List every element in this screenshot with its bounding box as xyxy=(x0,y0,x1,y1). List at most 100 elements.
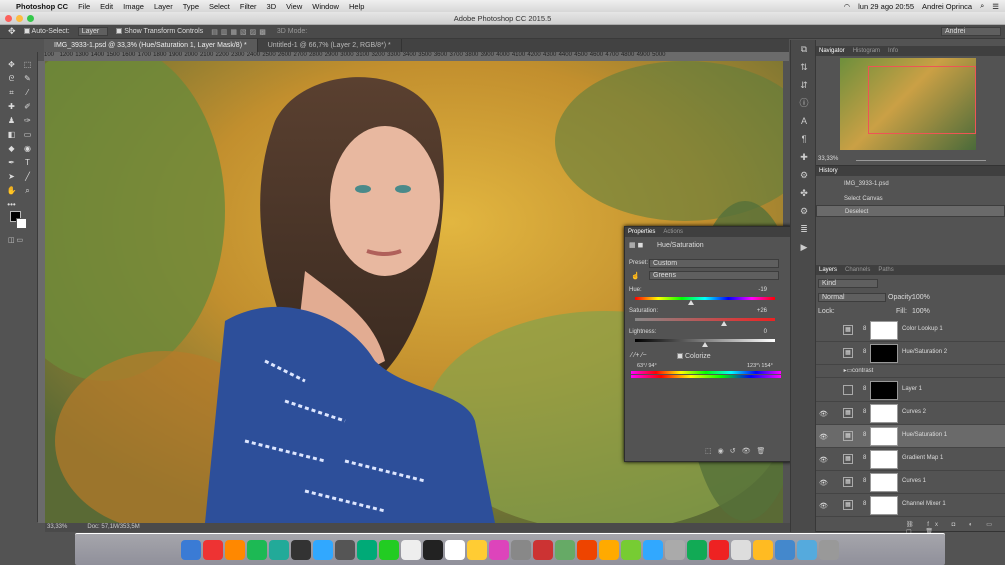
dock-app-icon[interactable] xyxy=(753,539,773,560)
navigator-thumbnail[interactable] xyxy=(840,58,976,150)
menu-3d[interactable]: 3D xyxy=(267,2,277,11)
clone-icon[interactable]: ⚙ xyxy=(791,166,817,184)
wifi-icon[interactable]: ◠ xyxy=(844,2,851,11)
dock-app-icon[interactable] xyxy=(181,539,201,560)
layer-name[interactable]: Layer 1 xyxy=(902,386,922,392)
quick-select-tool-icon[interactable]: ✎ xyxy=(21,72,34,85)
tab-navigator[interactable]: Navigator xyxy=(819,46,845,56)
list-icon[interactable]: ☰ xyxy=(992,2,999,11)
blur-tool-icon[interactable]: ◆ xyxy=(5,142,18,155)
tab-img-3933[interactable]: IMG_3933-1.psd @ 33,3% (Hue/Saturation 1… xyxy=(44,39,258,52)
menu-filter[interactable]: Filter xyxy=(240,2,257,11)
auto-select-toggle[interactable]: Auto-Select: xyxy=(23,28,70,35)
link-icon[interactable]: 8 xyxy=(863,326,866,332)
background-color[interactable] xyxy=(16,218,27,229)
dock-app-icon[interactable] xyxy=(467,539,487,560)
zoom-button[interactable] xyxy=(27,15,34,22)
zoom-tool-icon[interactable]: ⌕ xyxy=(21,184,34,197)
hue-slider[interactable] xyxy=(635,297,775,300)
tab-info[interactable]: Info xyxy=(888,46,898,56)
layer-mask-thumbnail[interactable] xyxy=(870,473,898,492)
tab-untitled-1[interactable]: Untitled-1 @ 66,7% (Layer 2, RGB/8*) * xyxy=(258,39,402,52)
menu-image[interactable]: Image xyxy=(123,2,144,11)
visibility-eye-icon[interactable]: 👁 xyxy=(819,410,828,418)
tab-actions[interactable]: Actions xyxy=(663,227,683,237)
lightness-value[interactable]: 0 xyxy=(764,329,767,335)
tab-channels[interactable]: Channels xyxy=(845,265,870,275)
layer-mask-thumbnail[interactable] xyxy=(870,344,898,363)
crop-tool-icon[interactable]: ⌗ xyxy=(5,86,18,99)
layer-mask-thumbnail[interactable] xyxy=(870,496,898,515)
dock-app-icon[interactable] xyxy=(621,539,641,560)
quick-mask-icon[interactable]: ◫ ▭ xyxy=(8,236,23,244)
navigator-view-box[interactable] xyxy=(868,66,976,134)
layer-mask-thumbnail[interactable] xyxy=(870,321,898,340)
dock-app-icon[interactable] xyxy=(291,539,311,560)
dock-app-icon[interactable] xyxy=(533,539,553,560)
dock-app-icon[interactable] xyxy=(775,539,795,560)
saturation-knob[interactable] xyxy=(721,321,727,326)
hue-value[interactable]: -19 xyxy=(758,287,767,293)
dock-app-icon[interactable] xyxy=(269,539,289,560)
panel-footer-icons[interactable]: ⬚◉↺👁🗑 xyxy=(705,447,771,455)
tab-properties[interactable]: Properties xyxy=(628,227,655,237)
lightness-knob[interactable] xyxy=(702,342,708,347)
stamp-tool-icon[interactable]: ♟ xyxy=(5,114,18,127)
dock-app-icon[interactable] xyxy=(335,539,355,560)
saturation-value[interactable]: +26 xyxy=(757,308,767,314)
history-brush-icon[interactable]: ✑ xyxy=(21,114,34,127)
move-tool-icon[interactable]: ✥ xyxy=(5,58,18,71)
layer-name[interactable]: Gradient Map 1 xyxy=(902,455,943,461)
zoom-level[interactable]: 33,33% xyxy=(47,523,67,532)
navigator-zoom-slider[interactable] xyxy=(856,160,986,161)
clock[interactable]: lun 29 ago 20:55 xyxy=(858,2,914,11)
link-icon[interactable]: 8 xyxy=(863,478,866,484)
layer-mask-thumbnail[interactable] xyxy=(870,381,898,400)
history-item[interactable]: Deselect xyxy=(816,205,1005,217)
link-icon[interactable]: 8 xyxy=(863,432,866,438)
tab-history[interactable]: History xyxy=(819,166,838,176)
minimize-button[interactable] xyxy=(16,15,23,22)
doc-size[interactable]: Doc: 57,1M/353,5M xyxy=(87,523,139,532)
eyedropper-tool-icon[interactable]: ⁄ xyxy=(21,86,34,99)
paragraph-icon[interactable]: ¶ xyxy=(791,130,817,148)
dock-app-icon[interactable] xyxy=(797,539,817,560)
visibility-eye-icon[interactable]: 👁 xyxy=(819,502,828,510)
dock-app-icon[interactable] xyxy=(687,539,707,560)
menu-window[interactable]: Window xyxy=(312,2,339,11)
menu-help[interactable]: Help xyxy=(349,2,364,11)
menu-edit[interactable]: Edit xyxy=(100,2,113,11)
layer-mask-thumbnail[interactable] xyxy=(870,427,898,446)
healing-tool-icon[interactable]: ✚ xyxy=(5,100,18,113)
channel-dropdown[interactable]: Greens xyxy=(649,271,779,280)
layer-row[interactable]: ▦ 8 Hue/Saturation 2 xyxy=(816,342,1005,365)
dock-app-icon[interactable] xyxy=(401,539,421,560)
user-name[interactable]: Andrei Oprinca xyxy=(922,2,972,11)
brush-tool-icon[interactable]: ✐ xyxy=(21,100,34,113)
link-icon[interactable]: 8 xyxy=(863,386,866,392)
link-icon[interactable]: 8 xyxy=(863,409,866,415)
show-transform-toggle[interactable]: Show Transform Controls xyxy=(116,28,203,35)
marquee-tool-icon[interactable]: ⬚ xyxy=(21,58,34,71)
layer-row[interactable]: ▸▭ contrast xyxy=(816,365,1005,378)
menu-layer[interactable]: Layer xyxy=(154,2,173,11)
range-bar-bottom[interactable] xyxy=(631,375,781,378)
gradient-tool-icon[interactable]: ▭ xyxy=(21,128,34,141)
visibility-eye-icon[interactable]: 👁 xyxy=(819,479,828,487)
layer-row[interactable]: 8 Layer 1 xyxy=(816,379,1005,402)
layer-row[interactable]: ▦ 8 Color Lookup 1 xyxy=(816,319,1005,342)
dock-app-icon[interactable] xyxy=(203,539,223,560)
dock-app-icon[interactable] xyxy=(423,539,443,560)
link-icon[interactable]: 8 xyxy=(863,501,866,507)
layer-row[interactable]: 👁 ▦ 8 Gradient Map 1 xyxy=(816,448,1005,471)
layer-name[interactable]: Color Lookup 1 xyxy=(902,326,943,332)
app-menu[interactable]: Photoshop CC xyxy=(16,2,68,11)
shape-tool-icon[interactable]: ╱ xyxy=(21,170,34,183)
type-tool-icon[interactable]: T xyxy=(21,156,34,169)
menu-view[interactable]: View xyxy=(286,2,302,11)
eyedropper-icons[interactable]: ⁄ ⁄+ ⁄− xyxy=(631,352,647,359)
search-icon[interactable]: ⌕ xyxy=(980,1,984,11)
tab-histogram[interactable]: Histogram xyxy=(853,46,880,56)
dock-app-icon[interactable] xyxy=(819,539,839,560)
hue-knob[interactable] xyxy=(688,300,694,305)
